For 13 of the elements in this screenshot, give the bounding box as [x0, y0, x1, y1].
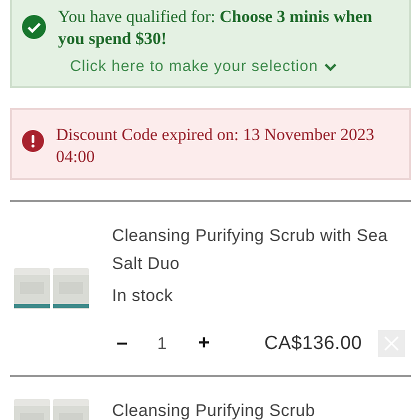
- checkmark-icon: [22, 15, 46, 39]
- alert-message: Discount Code expired on: 13 November 2023 04:00: [56, 124, 376, 168]
- product-name[interactable]: Cleansing Purifying Scrub: [112, 397, 411, 420]
- decrease-button[interactable]: –: [112, 332, 132, 355]
- increase-button[interactable]: +: [194, 332, 214, 355]
- quantity-value: 1: [156, 334, 168, 354]
- product-name[interactable]: Cleansing Purifying Scrub with Sea Salt Duo: [112, 222, 411, 278]
- selection-link[interactable]: Click here to make your selection: [70, 58, 338, 76]
- stock-status: In stock: [112, 286, 174, 306]
- chevron-down-icon: [324, 62, 338, 72]
- exclamation-icon: [22, 130, 44, 152]
- item-price: CA$136.00: [264, 332, 362, 354]
- alert-message: You have qualified for: Choose 3 minis when you spend $30!: [58, 6, 374, 50]
